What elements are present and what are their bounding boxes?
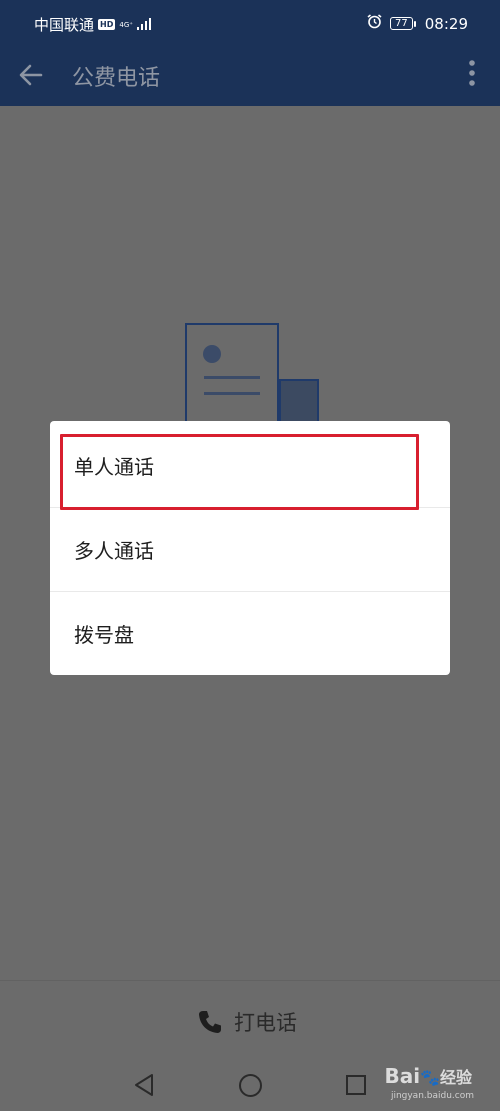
more-options-button[interactable] [466, 58, 478, 92]
empty-document-illustration [185, 323, 319, 432]
signal-icon [136, 16, 151, 34]
app-bar: 公费电话 [0, 46, 500, 106]
status-right: 77 08:29 [367, 14, 468, 33]
arrow-left-icon [19, 64, 43, 86]
nav-back-icon[interactable] [132, 1072, 156, 1098]
carrier-name: 中国联通 [34, 16, 95, 34]
paw-icon: 🐾 [420, 1068, 440, 1087]
watermark-url: jingyan.baidu.com [390, 1091, 474, 1101]
hd-badge: HD [98, 19, 116, 30]
status-left: 中国联通 HD 4G⁺ [34, 14, 151, 35]
make-call-label: 打电话 [234, 1011, 297, 1035]
make-call-button[interactable]: 打电话 [196, 1005, 297, 1039]
battery-indicator: 77 [390, 17, 416, 30]
more-vertical-icon [469, 60, 475, 86]
status-bar: 中国联通 HD 4G⁺ 77 08:29 [0, 0, 500, 46]
network-type: 4G⁺ [119, 20, 133, 29]
alarm-icon [367, 14, 382, 33]
baidu-watermark: Bai🐾经验 [384, 1064, 472, 1088]
back-button[interactable] [16, 60, 46, 90]
watermark-brand: Bai [384, 1064, 421, 1088]
option-dial-pad[interactable]: 拨号盘 [50, 591, 450, 675]
call-bar: 打电话 [0, 980, 500, 1061]
nav-home-icon[interactable] [238, 1073, 263, 1098]
clock: 08:29 [424, 14, 468, 33]
nav-recent-apps-icon[interactable] [345, 1074, 367, 1096]
watermark-suffix: 经验 [439, 1068, 472, 1087]
option-multi-call[interactable]: 多人通话 [50, 507, 450, 591]
page-title: 公费电话 [72, 66, 161, 91]
phone-icon [199, 1011, 221, 1033]
highlight-box [60, 434, 419, 510]
